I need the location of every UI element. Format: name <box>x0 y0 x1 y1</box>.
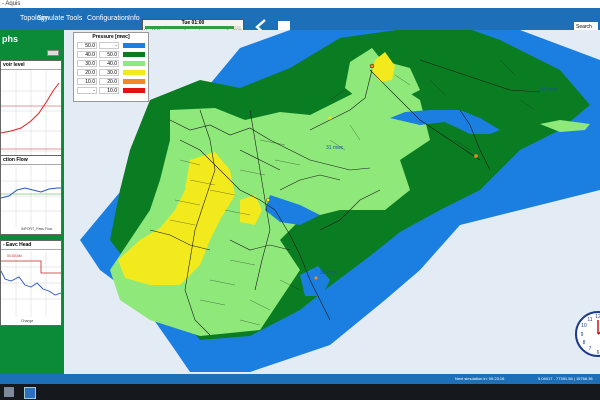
legend-row: 40.0 50.0 <box>77 51 147 58</box>
start-app-icon[interactable] <box>4 387 14 397</box>
legend-max: - <box>99 42 119 49</box>
legend-max: 50.0 <box>99 51 119 58</box>
head-chart <box>1 251 61 317</box>
map-coordinates: 5.04017 - 77391.56 | 15768.36 <box>538 376 593 381</box>
svg-text:9: 9 <box>581 332 584 338</box>
legend-title: Pressure [mwc] <box>92 34 130 40</box>
window-title-bar: - Aquis <box>0 0 600 8</box>
legend-min: 40.0 <box>77 51 97 58</box>
status-bar: Next simulation in: 00:23:18 5.04017 - 7… <box>0 374 600 384</box>
map-label-30: 30 mwc <box>320 270 338 276</box>
legend-min: 50.0 <box>77 42 97 49</box>
legend-row: 30.0 40.0 <box>77 60 147 67</box>
node-marker[interactable] <box>474 154 478 158</box>
legend-max: 10.0 <box>99 87 119 94</box>
map-label-31: 31 mwc <box>326 145 344 151</box>
sidebar-bottom-text: n <box>2 322 4 326</box>
menu-configuration[interactable]: Configuration <box>87 8 129 30</box>
legend-swatch <box>123 88 145 93</box>
legend-swatch <box>123 43 145 48</box>
graphs-sidebar: phs voir level ction Flow INPORT_Pass Fl… <box>0 30 64 374</box>
legend-swatch <box>123 70 145 75</box>
node-marker[interactable] <box>328 116 332 120</box>
reservoir-level-graph: voir level <box>0 60 62 170</box>
sidebar-options-button[interactable] <box>47 50 59 56</box>
aquis-app-icon[interactable] <box>24 387 36 399</box>
head-annotation: 00.00 AM <box>7 254 22 258</box>
legend-min: - <box>77 87 97 94</box>
legend-min: 30.0 <box>77 60 97 67</box>
legend-row: -10.0 <box>77 87 147 94</box>
connection-flow-graph: ction Flow INPORT_Pass Flow <box>0 155 62 235</box>
legend-swatch <box>123 52 145 57</box>
node-marker[interactable] <box>314 276 318 280</box>
svg-text:6: 6 <box>597 350 600 356</box>
legend-row: 50.0- <box>77 42 147 49</box>
connection-flow-chart <box>1 166 61 226</box>
head-footer: Change <box>21 319 34 323</box>
graph-title: voir level <box>1 61 61 70</box>
svg-text:7: 7 <box>589 346 592 352</box>
head-graph: - Eavc Head 00.00 AM Change <box>0 240 62 326</box>
svg-text:12: 12 <box>595 314 600 320</box>
taskbar <box>0 384 600 400</box>
reservoir-marker[interactable] <box>369 63 375 69</box>
svg-text:11: 11 <box>587 317 592 323</box>
graph-title: ction Flow <box>1 156 61 165</box>
legend-max: 30.0 <box>99 69 119 76</box>
pressure-legend: Pressure [mwc] 50.0-40.0 50.0 30.0 40.0 20.0… <box>73 32 149 102</box>
menu-simulate[interactable]: Simulate <box>37 8 64 30</box>
svg-text:8: 8 <box>583 340 586 346</box>
svg-text:10: 10 <box>581 323 587 329</box>
node-marker[interactable] <box>266 198 270 202</box>
menu-tools[interactable]: Tools <box>66 8 82 30</box>
sidebar-title: phs <box>2 34 19 44</box>
legend-swatch <box>123 79 145 84</box>
legend-max: 40.0 <box>99 60 119 67</box>
legend-min: 20.0 <box>77 69 97 76</box>
graph-title: - Eavc Head <box>1 241 61 250</box>
flow-legend: INPORT_Pass Flow <box>21 227 53 231</box>
menu-info[interactable]: Info <box>128 8 140 30</box>
legend-row: 10.0 20.0 <box>77 78 147 85</box>
menu-bar: Topology Simulate Tools Configuration In… <box>0 8 600 35</box>
legend-row: 20.0 30.0 <box>77 69 147 76</box>
clock-icon: 12369 1245 781011 <box>575 311 600 357</box>
next-simulation: Next simulation in: 00:23:18 <box>455 376 505 381</box>
legend-swatch <box>123 61 145 66</box>
legend-min: 10.0 <box>77 78 97 85</box>
window-title: - Aquis <box>2 1 21 7</box>
map-label-54: 54 mwc <box>540 87 558 93</box>
legend-max: 20.0 <box>99 78 119 85</box>
